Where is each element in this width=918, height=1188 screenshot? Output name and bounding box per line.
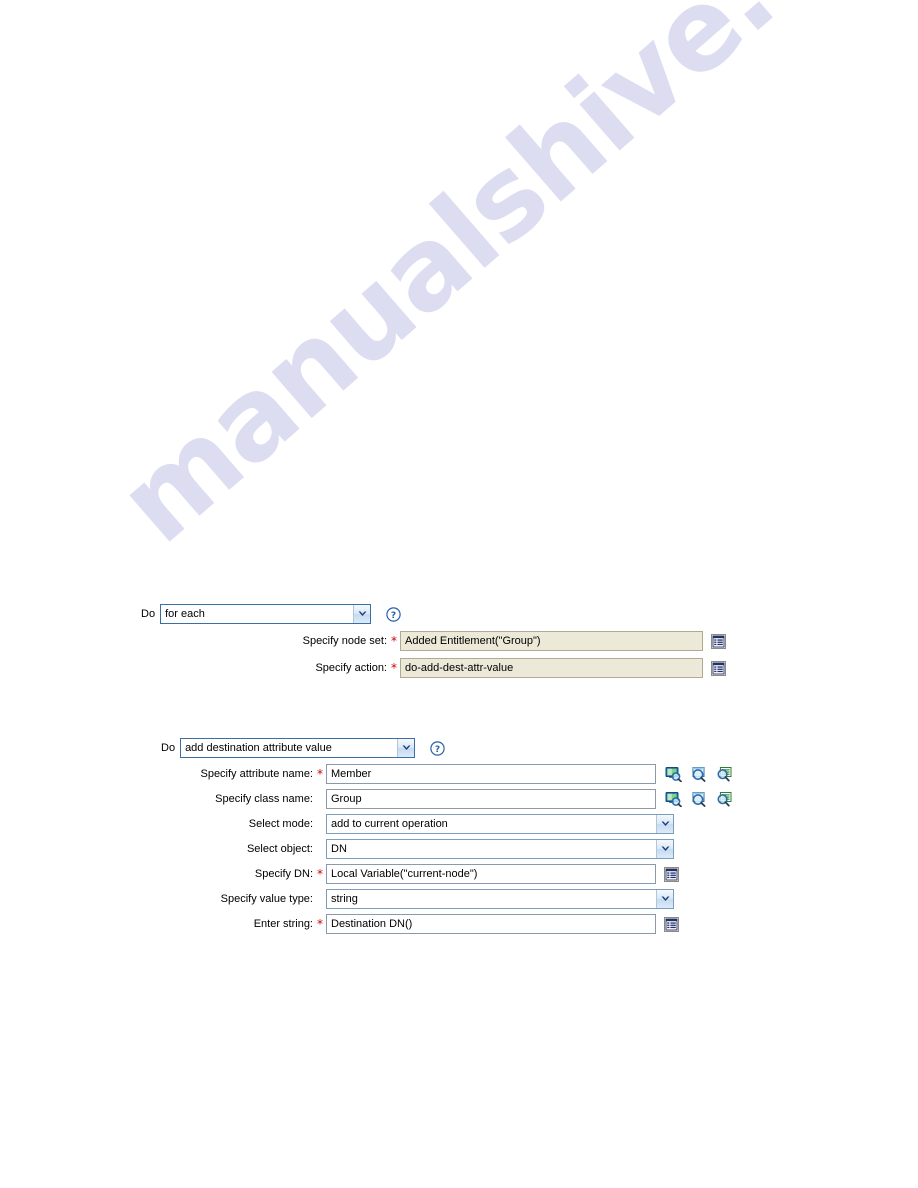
specify-value-type-value: string xyxy=(331,892,358,905)
required-indicator: * xyxy=(391,661,397,675)
browse-schema-icon[interactable] xyxy=(664,790,682,808)
required-indicator-placeholder: * xyxy=(316,843,326,855)
required-indicator-placeholder: * xyxy=(316,793,326,805)
browse-attribute-icon[interactable] xyxy=(690,790,708,808)
action-block-add-destination-attribute-value: Do add destination attribute value ? Spe… xyxy=(161,738,732,934)
field-row-select-mode: Select mode: * add to current operation xyxy=(173,814,674,834)
required-indicator: * xyxy=(317,767,323,781)
specify-class-name-input[interactable]: Group xyxy=(326,789,656,809)
help-icon[interactable]: ? xyxy=(385,606,401,622)
field-row-specify-attribute-name: Specify attribute name: * Member xyxy=(173,764,734,784)
action-block-for-each: Do for each ? Specify node set: * Added … xyxy=(141,604,726,678)
specify-dn-input[interactable]: Local Variable("current-node") xyxy=(326,864,656,884)
action-select-add-dest-attr[interactable]: add destination attribute value xyxy=(180,738,416,758)
policy-action-editor: Do for each ? Specify node set: * Added … xyxy=(0,0,918,1188)
do-label: Do xyxy=(161,742,176,754)
field-row-specify-value-type: Specify value type: * string xyxy=(173,889,674,909)
field-label-specify-attribute-name: Specify attribute name: xyxy=(200,768,313,780)
required-indicator: * xyxy=(317,867,323,881)
browse-list-icon[interactable] xyxy=(716,765,734,783)
action-select-value: add destination attribute value xyxy=(185,741,332,754)
field-row-specify-dn: Specify DN: * Local Variable("current-no… xyxy=(173,864,680,884)
select-mode-value: add to current operation xyxy=(331,817,448,830)
specify-attribute-name-input[interactable]: Member xyxy=(326,764,656,784)
field-label-specify-class-name: Specify class name: xyxy=(215,793,313,805)
field-label-enter-string: Enter string: xyxy=(253,918,313,930)
svg-text:?: ? xyxy=(390,611,395,621)
field-label-specify-value-type: Specify value type: xyxy=(220,893,313,905)
class-name-browse-icons xyxy=(664,790,734,808)
chevron-down-icon[interactable] xyxy=(656,840,673,858)
field-label-select-mode: Select mode: xyxy=(248,818,313,830)
do-label: Do xyxy=(141,608,156,620)
browse-list-icon[interactable] xyxy=(716,790,734,808)
required-indicator: * xyxy=(391,634,397,648)
field-row-specify-class-name: Specify class name: * Group xyxy=(173,789,734,809)
chevron-down-icon[interactable] xyxy=(397,739,415,757)
svg-text:?: ? xyxy=(434,745,439,755)
do-row-add-dest-attr: Do add destination attribute value ? xyxy=(161,738,445,758)
argument-builder-icon[interactable] xyxy=(709,659,727,677)
field-label-specify-action: Specify action: xyxy=(315,662,387,674)
required-indicator: * xyxy=(317,917,323,931)
required-indicator-placeholder: * xyxy=(316,818,326,830)
enter-string-input[interactable]: Destination DN() xyxy=(326,914,656,934)
chevron-down-icon[interactable] xyxy=(656,890,673,908)
field-row-specify-node-set: Specify node set: * Added Entitlement("G… xyxy=(291,631,727,651)
field-row-specify-action: Specify action: * do-add-dest-attr-value xyxy=(291,658,727,678)
chevron-down-icon[interactable] xyxy=(353,605,371,623)
browse-schema-icon[interactable] xyxy=(664,765,682,783)
chevron-down-icon[interactable] xyxy=(656,815,673,833)
action-select-value: for each xyxy=(165,607,205,620)
specify-action-input[interactable]: do-add-dest-attr-value xyxy=(400,658,703,678)
field-label-select-object: Select object: xyxy=(246,843,313,855)
field-label-specify-dn: Specify DN: xyxy=(254,868,313,880)
argument-builder-icon[interactable] xyxy=(709,632,727,650)
field-label-specify-node-set: Specify node set: xyxy=(302,635,387,647)
select-object-dropdown[interactable]: DN xyxy=(326,839,674,859)
field-row-select-object: Select object: * DN xyxy=(173,839,674,859)
argument-builder-icon[interactable] xyxy=(662,915,680,933)
action-select-for-each[interactable]: for each xyxy=(160,604,372,624)
help-icon[interactable]: ? xyxy=(429,740,445,756)
do-row-for-each: Do for each ? xyxy=(141,604,401,624)
argument-builder-icon[interactable] xyxy=(662,865,680,883)
attribute-name-browse-icons xyxy=(664,765,734,783)
select-object-value: DN xyxy=(331,842,347,855)
specify-node-set-input[interactable]: Added Entitlement("Group") xyxy=(400,631,703,651)
browse-attribute-icon[interactable] xyxy=(690,765,708,783)
required-indicator-placeholder: * xyxy=(316,893,326,905)
specify-value-type-dropdown[interactable]: string xyxy=(326,889,674,909)
field-row-enter-string: Enter string: * Destination DN() xyxy=(173,914,680,934)
select-mode-dropdown[interactable]: add to current operation xyxy=(326,814,674,834)
